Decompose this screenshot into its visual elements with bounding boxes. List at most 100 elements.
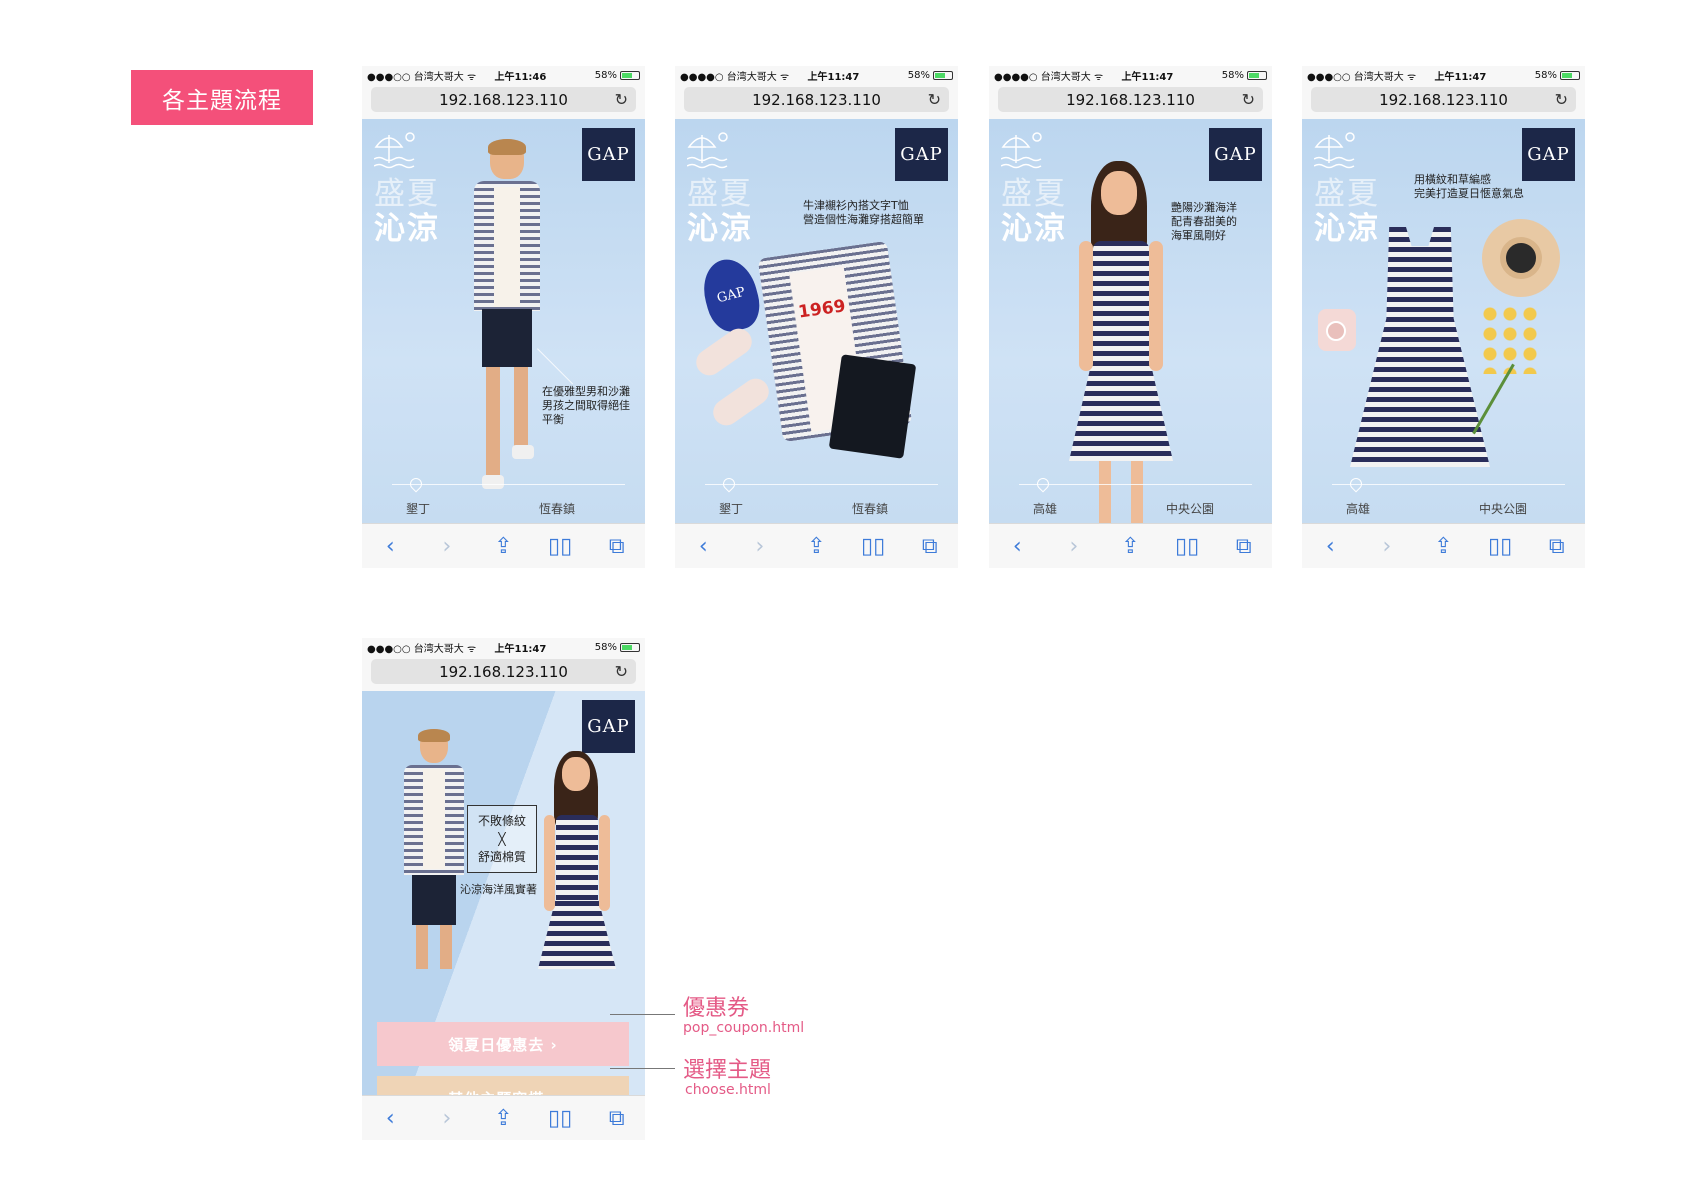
url-text: 192.168.123.110 xyxy=(1379,90,1508,109)
browser-toolbar: ‹ › ⇪ ▯▯ ⧉ xyxy=(989,523,1272,568)
back-icon[interactable]: ‹ xyxy=(375,534,405,559)
url-bar[interactable]: 192.168.123.110 ↻ xyxy=(371,87,636,112)
model-photo xyxy=(452,139,562,523)
url-text: 192.168.123.110 xyxy=(439,90,568,109)
back-icon[interactable]: ‹ xyxy=(1002,534,1032,559)
forward-icon[interactable]: › xyxy=(745,534,775,559)
url-bar[interactable]: 192.168.123.110 ↻ xyxy=(371,659,636,684)
share-icon[interactable]: ⇪ xyxy=(488,534,518,559)
promo-caption: 沁涼海洋風實著 xyxy=(460,883,537,896)
forward-icon[interactable]: › xyxy=(432,1106,462,1131)
section-label: 各主題流程 xyxy=(131,70,313,125)
theme-title: 盛夏 沁涼 xyxy=(1314,177,1380,247)
bookmarks-icon[interactable]: ▯▯ xyxy=(1172,534,1202,559)
phone-screen-1: ●●●○○ 台湾大哥大 ᯤ 上午11:46 58% 192.168.123.11… xyxy=(362,66,645,568)
battery-indicator: 58% xyxy=(1222,70,1267,81)
url-bar[interactable]: 192.168.123.110 ↻ xyxy=(998,87,1263,112)
forward-icon[interactable]: › xyxy=(1372,534,1402,559)
umbrella-icon xyxy=(1001,132,1042,169)
annotation-coupon-title: 優惠券 xyxy=(683,996,750,1021)
reload-icon[interactable]: ↻ xyxy=(1555,90,1568,109)
status-bar: ●●●●○ 台湾大哥大 ᯤ 上午11:47 58% xyxy=(989,66,1272,84)
battery-indicator: 58% xyxy=(595,642,640,653)
tabs-icon[interactable]: ⧉ xyxy=(602,534,632,559)
battery-icon xyxy=(1560,70,1580,80)
location-left: 墾丁 xyxy=(406,502,431,516)
phone-screen-2: ●●●●○ 台湾大哥大 ᯤ 上午11:47 58% 192.168.123.11… xyxy=(675,66,958,568)
share-icon[interactable]: ⇪ xyxy=(801,534,831,559)
annotation-connector xyxy=(610,1068,675,1069)
location-right: 中央公園 xyxy=(1479,502,1528,516)
clock: 上午11:47 xyxy=(807,71,860,83)
back-icon[interactable]: ‹ xyxy=(375,1106,405,1131)
browser-toolbar: ‹ › ⇪ ▯▯ ⧉ xyxy=(675,523,958,568)
theme-title-line2: 沁涼 xyxy=(1314,211,1380,247)
battery-percent: 58% xyxy=(1221,69,1244,81)
phone-screen-3: ●●●●○ 台湾大哥大 ᯤ 上午11:47 58% 192.168.123.11… xyxy=(989,66,1272,568)
umbrella-icon xyxy=(687,132,728,169)
coupon-button[interactable]: 領夏日優惠去 › xyxy=(377,1022,629,1066)
theme-title-line2: 沁涼 xyxy=(687,211,753,247)
bookmarks-icon[interactable]: ▯▯ xyxy=(1485,534,1515,559)
theme-copy: 牛津襯衫內搭文字T恤 營造個性海灘穿搭超簡單 xyxy=(803,199,924,226)
browser-toolbar: ‹ › ⇪ ▯▯ ⧉ xyxy=(362,523,645,568)
status-bar: ●●●●○ 台湾大哥大 ᯤ 上午11:47 58% xyxy=(675,66,958,84)
bookmarks-icon[interactable]: ▯▯ xyxy=(545,1106,575,1131)
theme-title-line1: 盛夏 xyxy=(687,176,753,212)
theme-title-line2: 沁涼 xyxy=(1001,211,1067,247)
other-themes-button[interactable]: 其他主題穿搭 › xyxy=(377,1076,629,1095)
gap-logo: GAP xyxy=(582,128,635,181)
location-pin-icon xyxy=(1034,475,1052,493)
battery-icon xyxy=(620,70,640,80)
share-icon[interactable]: ⇪ xyxy=(1428,534,1458,559)
battery-icon xyxy=(620,642,640,652)
theme-copy: 在優雅型男和沙灘 男孩之間取得絕佳 平衡 xyxy=(542,385,630,426)
theme-title: 盛夏 沁涼 xyxy=(1001,177,1067,247)
theme-copy: 用橫紋和草編感 完美打造夏日愜意氣息 xyxy=(1414,173,1524,200)
location-pin-icon xyxy=(407,475,425,493)
female-model-photo xyxy=(532,751,622,969)
cap-logo-text: GAP xyxy=(715,284,747,306)
forward-icon[interactable]: › xyxy=(432,534,462,559)
browser-toolbar: ‹ › ⇪ ▯▯ ⧉ xyxy=(1302,523,1585,568)
battery-icon xyxy=(1247,70,1267,80)
battery-indicator: 58% xyxy=(1535,70,1580,81)
promo-page-content: GAP 不敗條紋 ╳ 舒適棉質 沁涼海洋風實著 領夏日優惠去 › 其他主題穿搭 xyxy=(362,691,645,1095)
reload-icon[interactable]: ↻ xyxy=(1242,90,1255,109)
location-line xyxy=(392,484,625,485)
camera-lens xyxy=(1326,321,1346,341)
shoe-photo xyxy=(708,373,774,431)
annotation-coupon-file[interactable]: pop_coupon.html xyxy=(683,1020,804,1036)
share-icon[interactable]: ⇪ xyxy=(488,1106,518,1131)
tabs-icon[interactable]: ⧉ xyxy=(1229,534,1259,559)
reload-icon[interactable]: ↻ xyxy=(928,90,941,109)
theme-page-content: 盛夏 沁涼 GAP 牛津襯衫內搭文字T恤 營造個性海灘穿搭超簡單 GAP 196… xyxy=(675,119,958,523)
tabs-icon[interactable]: ⧉ xyxy=(915,534,945,559)
theme-page-content: 盛夏 沁涼 GAP 在優雅型男和沙灘 男孩之間取得絕佳 平衡 墾丁 恆春鎮 xyxy=(362,119,645,523)
forward-icon[interactable]: › xyxy=(1059,534,1089,559)
promo-cross: ╳ xyxy=(498,832,506,846)
reload-icon[interactable]: ↻ xyxy=(615,662,628,681)
gap-logo: GAP xyxy=(895,128,948,181)
annotation-choose-file[interactable]: choose.html xyxy=(685,1082,771,1098)
status-bar: ●●●○○ 台湾大哥大 ᯤ 上午11:46 58% xyxy=(362,66,645,84)
bookmarks-icon[interactable]: ▯▯ xyxy=(545,534,575,559)
share-icon[interactable]: ⇪ xyxy=(1115,534,1145,559)
reload-icon[interactable]: ↻ xyxy=(615,90,628,109)
carrier-label: ●●●○○ 台湾大哥大 ᯤ xyxy=(1307,71,1417,83)
tabs-icon[interactable]: ⧉ xyxy=(602,1106,632,1131)
back-icon[interactable]: ‹ xyxy=(1315,534,1345,559)
annotation-choose-title: 選擇主題 xyxy=(683,1058,772,1083)
clock: 上午11:47 xyxy=(494,643,547,655)
location-line xyxy=(705,484,938,485)
battery-indicator: 58% xyxy=(908,70,953,81)
theme-title-line1: 盛夏 xyxy=(1314,176,1380,212)
battery-percent: 58% xyxy=(594,641,617,653)
url-bar[interactable]: 192.168.123.110 ↻ xyxy=(1311,87,1576,112)
bookmarks-icon[interactable]: ▯▯ xyxy=(858,534,888,559)
browser-toolbar: ‹ › ⇪ ▯▯ ⧉ xyxy=(362,1095,645,1140)
tabs-icon[interactable]: ⧉ xyxy=(1542,534,1572,559)
back-icon[interactable]: ‹ xyxy=(688,534,718,559)
umbrella-icon xyxy=(1314,132,1355,169)
url-bar[interactable]: 192.168.123.110 ↻ xyxy=(684,87,949,112)
